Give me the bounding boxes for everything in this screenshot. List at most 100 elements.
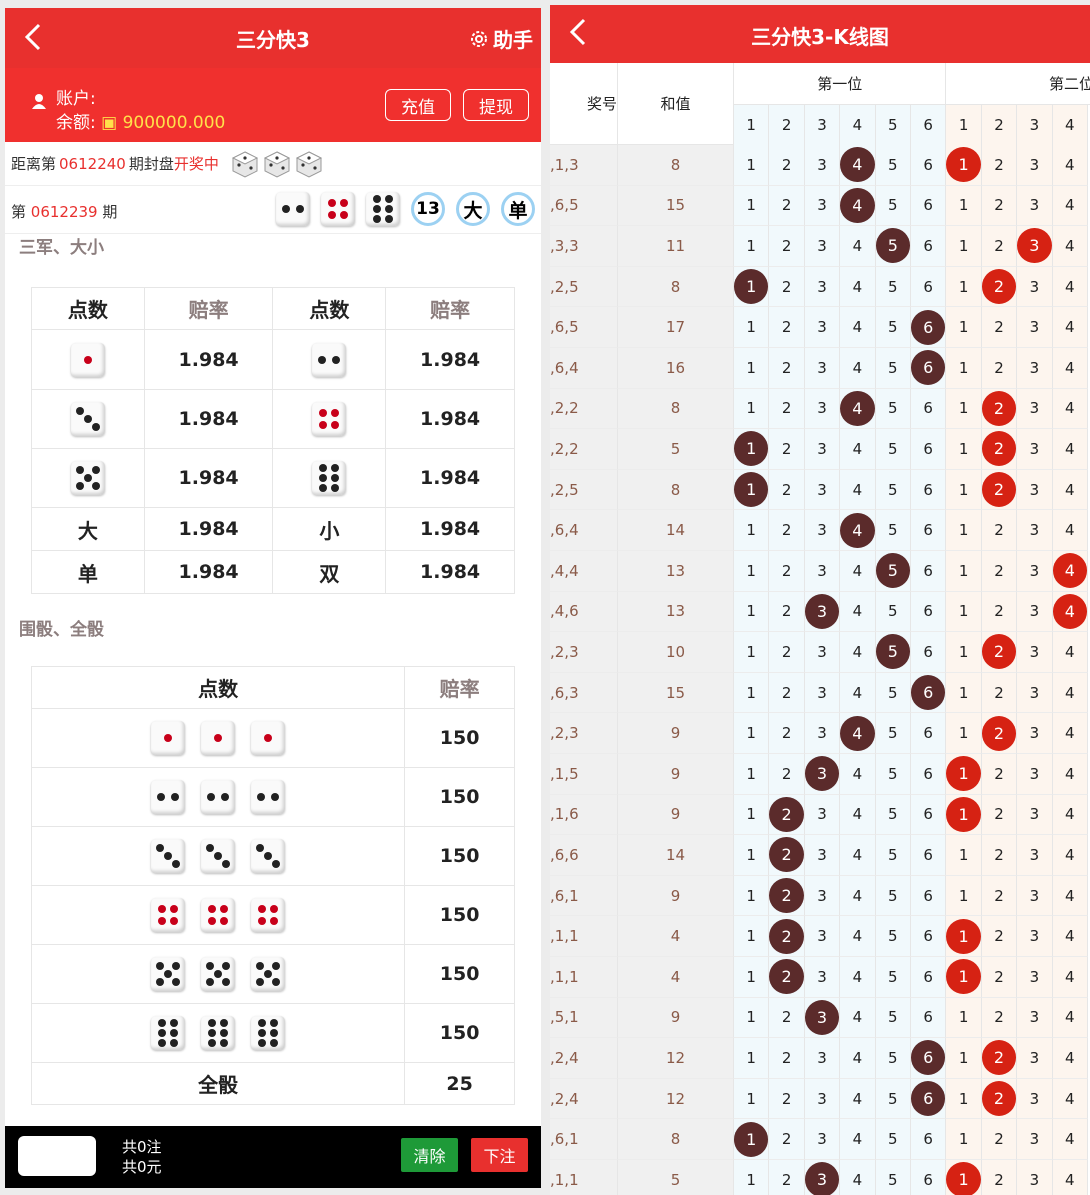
bet-option[interactable]: 双 (272, 550, 387, 594)
sum-value: 5 (618, 429, 734, 470)
bet-option[interactable] (272, 448, 387, 508)
pos1-ball: 4 (840, 512, 875, 548)
pos1-cell: 4 (840, 591, 876, 633)
bet-option[interactable] (30, 767, 406, 827)
pos2-cell: 2 (981, 672, 1018, 714)
pos1-cell: 1 (734, 266, 770, 308)
pos2-cell: 3 (1017, 185, 1053, 227)
bet-option[interactable] (30, 1003, 406, 1063)
bet-option[interactable] (30, 708, 406, 768)
pos2-number: 1 (958, 318, 969, 337)
pos2-cell: 2 (981, 307, 1018, 348)
die-face-2-icon (312, 342, 347, 377)
pos2-number: 4 (1065, 399, 1075, 418)
pos2-number: 3 (1029, 318, 1040, 337)
draw-number: ,4,6 (550, 591, 618, 633)
bet-option[interactable]: 大 (31, 507, 145, 551)
odds-row: 1.984 1.984 (31, 448, 515, 508)
pos2-cell: 2 (981, 835, 1018, 876)
die-face-3-icon (251, 839, 286, 873)
bet-option[interactable]: 单 (31, 550, 145, 594)
bet-option[interactable] (30, 885, 406, 945)
bet-option[interactable]: 全骰 (30, 1062, 406, 1105)
pos2-number: 4 (1065, 967, 1075, 986)
clear-button[interactable]: 清除 (401, 1138, 458, 1172)
pos2-cell: 2 (981, 875, 1018, 917)
pos2-cell: 4 (1052, 185, 1088, 227)
helper-button[interactable]: 助手 (469, 24, 533, 53)
pos1-number: 5 (888, 1170, 898, 1189)
bet-option[interactable] (30, 826, 406, 886)
pos1-number: 1 (746, 642, 756, 661)
bet-amount-input[interactable] (18, 1136, 96, 1176)
recharge-button[interactable]: 充值 (385, 89, 451, 121)
pos1-number: 1 (746, 196, 756, 215)
pos2-number: 3 (1029, 845, 1040, 864)
pos1-cell: 5 (875, 1038, 911, 1079)
pos1-cell: 6 (911, 1119, 947, 1160)
pos1-cell: 1 (734, 672, 770, 714)
tick-label: 6 (911, 105, 947, 145)
bet-option[interactable] (30, 944, 406, 1004)
pos1-cell: 6 (911, 185, 947, 227)
odds-value: 150 (404, 767, 515, 827)
odds-row: 150 (30, 767, 515, 827)
die-face-3-icon (201, 839, 236, 873)
pos2-number: 2 (994, 683, 1004, 702)
pos2-number: 3 (1029, 1048, 1040, 1067)
pos1-ball: 2 (769, 959, 804, 995)
pos1-cell: 2 (769, 997, 805, 1039)
pos1-cell: 1 (734, 916, 770, 957)
pos1-number: 1 (746, 155, 756, 174)
next-draw-row: 距离第 0612240 期封盘 开奖中 (5, 142, 541, 186)
pos1-cell: 1 (734, 226, 770, 267)
pos1-number: 2 (781, 358, 792, 377)
pos2-number: 2 (994, 236, 1004, 255)
pos1-number: 6 (923, 1130, 933, 1149)
pos2-number: 4 (1065, 1008, 1075, 1027)
pos2-cell: 1 (946, 226, 982, 267)
bet-option[interactable]: 小 (272, 507, 387, 551)
pos1-ball: 6 (911, 350, 946, 386)
pos1-cell: 3 (804, 551, 841, 592)
draw-number: ,2,2 (550, 388, 618, 430)
pos1-ball: 4 (840, 147, 875, 183)
pos1-cell: 5 (875, 875, 911, 917)
bet-option[interactable] (31, 448, 145, 508)
pos1-cell: 3 (804, 185, 841, 227)
pos2-number: 4 (1065, 1048, 1075, 1067)
draw-number: ,1,5 (550, 754, 618, 795)
die-face-1-icon (201, 721, 236, 755)
bet-option[interactable] (272, 329, 387, 390)
pos1-cell: 4 (840, 875, 876, 917)
pos1-number: 5 (888, 480, 898, 499)
bet-option[interactable] (272, 389, 387, 449)
pos2-cell: 1 (946, 388, 982, 430)
pos2-cell: 3 (1017, 469, 1053, 511)
bet-option-label: 单 (77, 561, 98, 586)
pos2-cell: 4 (1052, 794, 1088, 836)
submit-bet-button[interactable]: 下注 (471, 1138, 528, 1172)
pos2-cell: 4 (1052, 875, 1088, 917)
pos1-number: 4 (852, 805, 863, 824)
bet-option[interactable] (31, 329, 145, 390)
draw-number: ,2,3 (550, 713, 618, 754)
col-header: 赔率 (404, 666, 515, 709)
pos2-number: 3 (1029, 521, 1040, 540)
draw-number: ,5,1 (550, 997, 618, 1039)
pos2-cell: 1 (946, 1119, 982, 1160)
draw-number: ,6,4 (550, 510, 618, 551)
pos1-cell: 4 (840, 1038, 876, 1079)
pos1-cell: 4 (840, 1119, 876, 1160)
pos2-cell: 1 (946, 185, 982, 227)
bet-option[interactable] (31, 389, 145, 449)
col-header: 赔率 (143, 287, 274, 330)
next-mid: 期封盘 (128, 155, 174, 173)
pos2-ball: 1 (946, 756, 981, 792)
pos1-number: 5 (888, 683, 898, 702)
pos1-number: 3 (817, 642, 827, 661)
withdraw-button[interactable]: 提现 (463, 89, 529, 121)
pos1-cell: 5 (875, 185, 911, 227)
pos1-cell: 5 (875, 957, 911, 998)
pos2-number: 3 (1029, 724, 1040, 743)
